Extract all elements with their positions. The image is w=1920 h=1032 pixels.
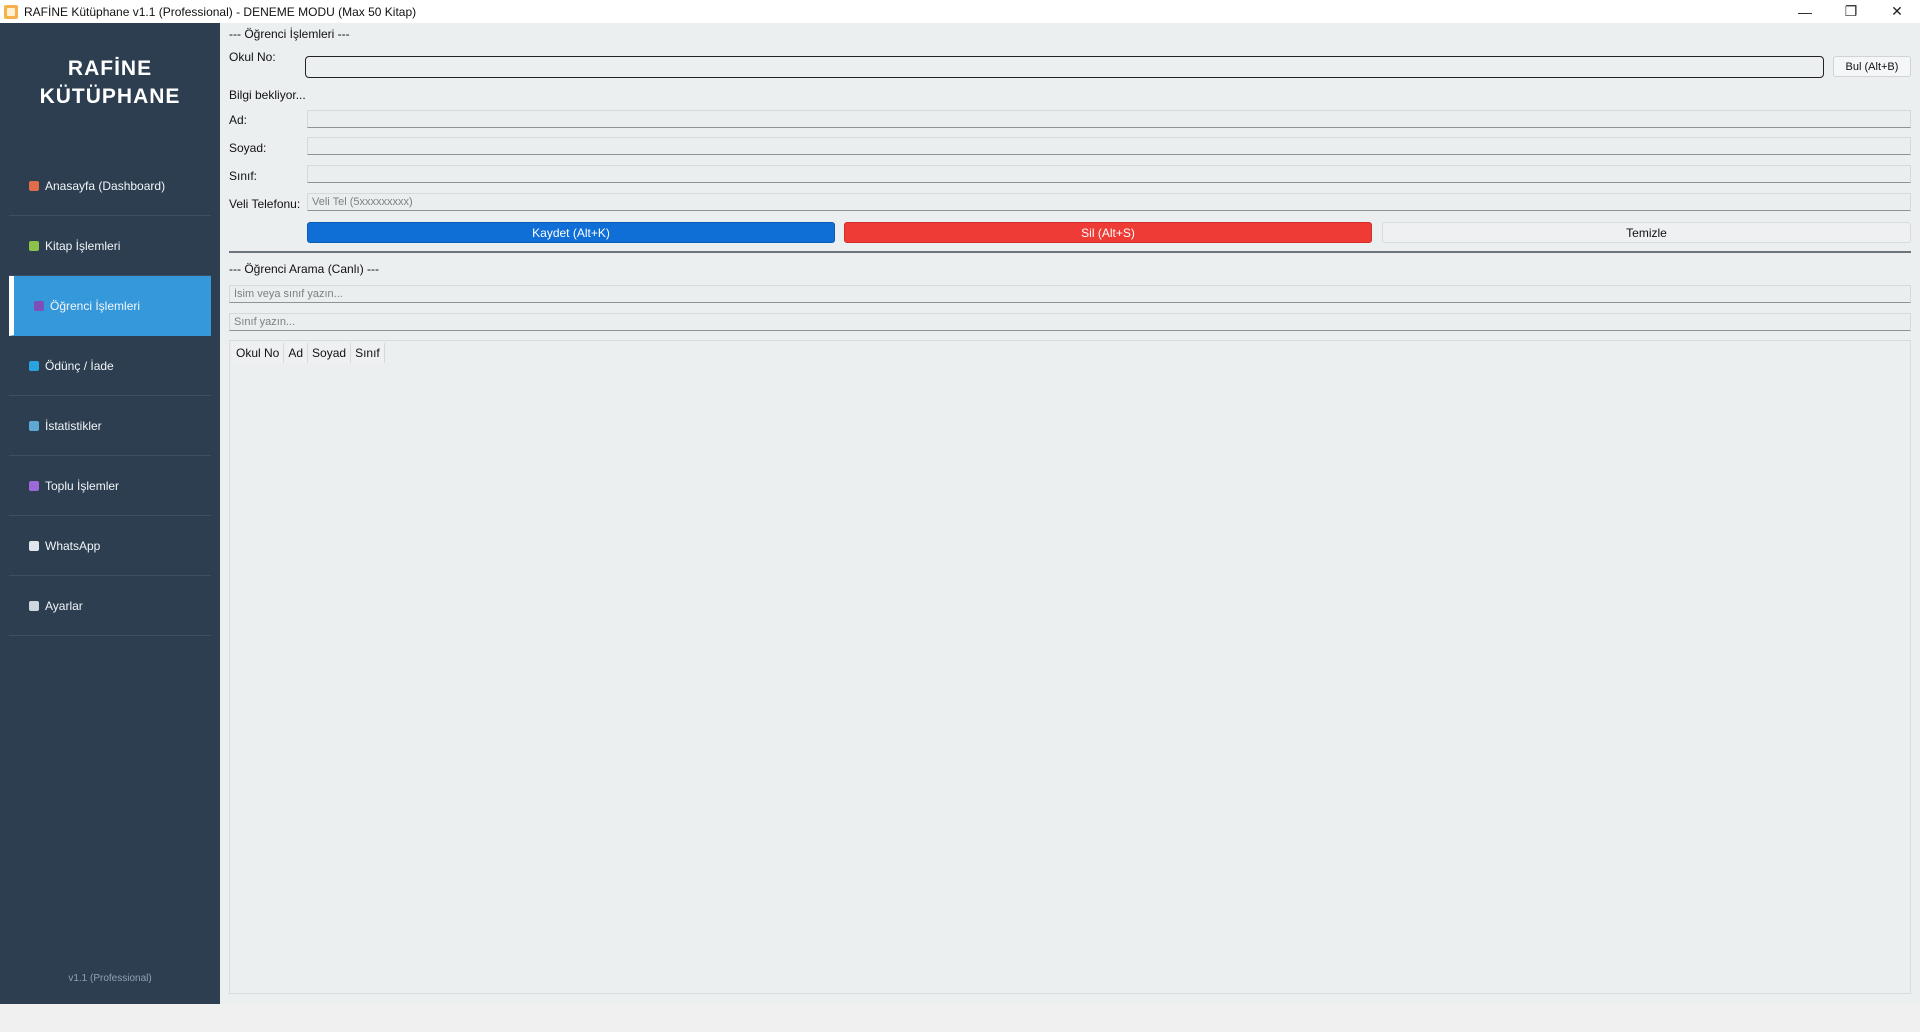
sidebar-item-label: Ödünç / İade xyxy=(45,358,114,373)
table-header: Okul No Ad Soyad Sınıf xyxy=(232,343,385,363)
brand-line-1: RAFİNE xyxy=(67,57,153,80)
find-button[interactable]: Bul (Alt+B) xyxy=(1833,56,1911,77)
sidebar-item-label: Ayarlar xyxy=(45,598,83,613)
surname-input[interactable] xyxy=(307,137,1911,155)
sidebar-item-6[interactable]: Toplu İşlemler xyxy=(9,456,211,516)
school-no-input[interactable] xyxy=(305,56,1824,78)
sidebar-item-label: Öğrenci İşlemleri xyxy=(50,298,141,313)
save-button[interactable]: Kaydet (Alt+K) xyxy=(307,222,835,243)
title-bar: RAFİNE Kütüphane v1.1 (Professional) - D… xyxy=(0,0,1920,23)
name-search-input[interactable] xyxy=(229,285,1911,303)
class-search-input[interactable] xyxy=(229,313,1911,331)
sidebar-item-3[interactable]: Öğrenci İşlemleri xyxy=(9,276,211,336)
sidebar-nav: Anasayfa (Dashboard) Kitap İşlemleri Öğren… xyxy=(9,156,211,636)
column-header[interactable]: Ad xyxy=(284,343,309,363)
exchange-icon xyxy=(29,360,39,371)
sidebar: RAFİNE KÜTÜPHANE Anasayfa (Dashboard) Kit… xyxy=(0,23,220,1004)
parent-phone-label: Veli Telefonu: xyxy=(229,197,301,211)
section-divider xyxy=(229,251,1911,253)
students-icon xyxy=(34,300,44,311)
close-button[interactable]: ✕ xyxy=(1874,0,1920,23)
sidebar-item-1[interactable]: Anasayfa (Dashboard) xyxy=(9,156,211,216)
status-text: Bilgi bekliyor... xyxy=(229,88,306,102)
brand-line-2: KÜTÜPHANE xyxy=(39,85,181,108)
house-icon xyxy=(29,180,39,191)
sidebar-item-label: WhatsApp xyxy=(45,538,101,553)
restore-button[interactable]: ❐ xyxy=(1828,0,1874,23)
app-icon xyxy=(4,4,18,19)
column-header[interactable]: Sınıf xyxy=(351,343,385,363)
minimize-button[interactable]: — xyxy=(1782,0,1828,23)
sidebar-item-label: Kitap İşlemleri xyxy=(45,238,121,253)
clear-button[interactable]: Temizle xyxy=(1382,222,1911,243)
student-operations-title: --- Öğrenci İşlemleri --- xyxy=(229,27,350,41)
school-no-label: Okul No: xyxy=(229,50,276,64)
bulk-icon xyxy=(29,480,39,491)
class-input[interactable] xyxy=(307,165,1911,183)
books-icon xyxy=(29,240,39,251)
chat-icon xyxy=(29,540,39,551)
sidebar-item-2[interactable]: Kitap İşlemleri xyxy=(9,216,211,276)
sidebar-item-8[interactable]: Ayarlar xyxy=(9,576,211,636)
class-label: Sınıf: xyxy=(229,169,258,183)
status-bar xyxy=(0,1004,1920,1032)
student-search-title: --- Öğrenci Arama (Canlı) --- xyxy=(229,262,380,276)
name-label: Ad: xyxy=(229,113,248,127)
student-results-table[interactable]: Okul No Ad Soyad Sınıf xyxy=(229,340,1911,994)
window-title: RAFİNE Kütüphane v1.1 (Professional) - D… xyxy=(24,4,417,19)
parent-phone-input[interactable] xyxy=(307,193,1911,211)
column-header[interactable]: Okul No xyxy=(232,343,285,363)
sidebar-item-label: İstatistikler xyxy=(45,418,102,433)
sidebar-item-label: Toplu İşlemler xyxy=(45,478,120,493)
version-label: v1.1 (Professional) xyxy=(68,973,152,984)
sidebar-item-label: Anasayfa (Dashboard) xyxy=(45,178,166,193)
chart-icon xyxy=(29,420,39,431)
gear-icon xyxy=(29,600,39,611)
sidebar-item-5[interactable]: İstatistikler xyxy=(9,396,211,456)
column-header[interactable]: Soyad xyxy=(308,343,352,363)
window-controls: — ❐ ✕ xyxy=(1782,0,1920,23)
sidebar-item-4[interactable]: Ödünç / İade xyxy=(9,336,211,396)
name-input[interactable] xyxy=(307,110,1911,128)
brand-logo-text: RAFİNE KÜTÜPHANE xyxy=(0,55,220,111)
surname-label: Soyad: xyxy=(229,141,267,155)
delete-button[interactable]: Sil (Alt+S) xyxy=(844,222,1372,243)
main-panel: --- Öğrenci İşlemleri --- Okul No: Bul (… xyxy=(220,23,1920,1004)
sidebar-item-7[interactable]: WhatsApp xyxy=(9,516,211,576)
